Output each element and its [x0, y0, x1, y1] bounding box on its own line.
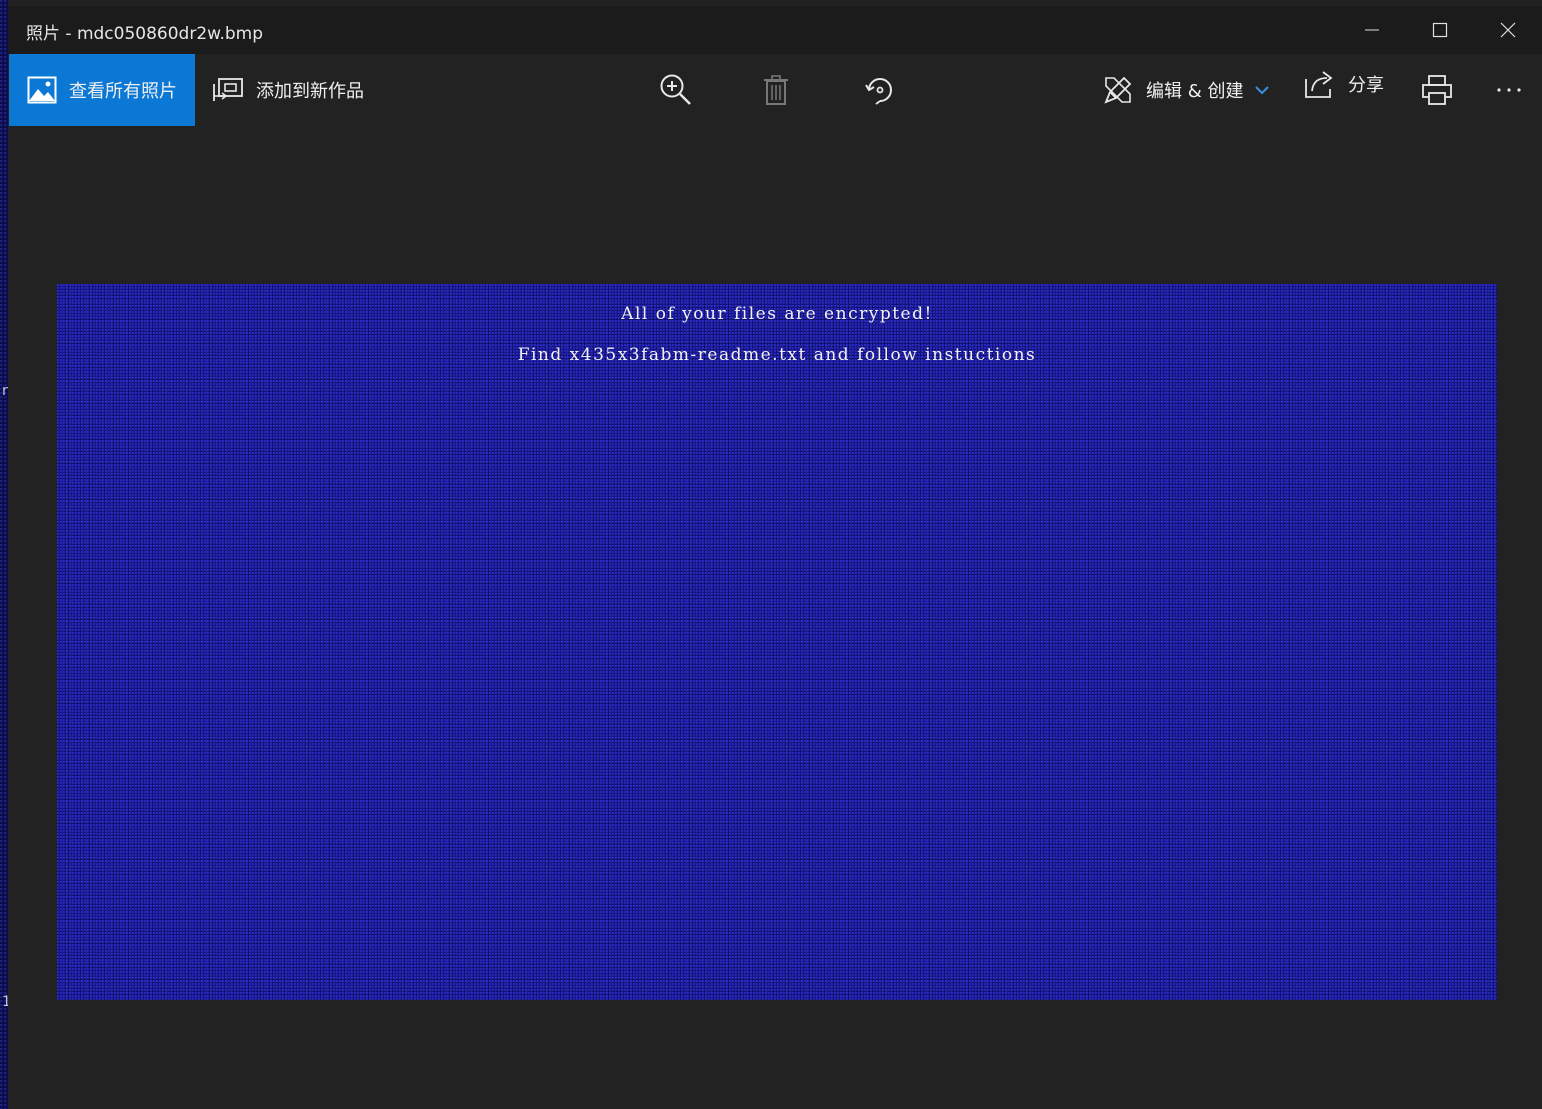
more-options-button[interactable] [1492, 54, 1526, 126]
photo-gallery-icon [27, 75, 57, 105]
close-icon [1500, 22, 1516, 38]
view-all-photos-label: 查看所有照片 [69, 81, 177, 102]
desktop-background: r 1 [0, 0, 11, 1109]
edit-create-button[interactable]: 编辑 & 创建 [1102, 54, 1270, 126]
window-title: 照片 - mdc050860dr2w.bmp [26, 24, 264, 44]
trash-icon [762, 74, 790, 106]
more-icon [1496, 87, 1522, 93]
photos-app-window: 照片 - mdc050860dr2w.bmp 查看所有照片 添加到新作品 编辑 … [8, 0, 1542, 1109]
add-to-creation-label: 添加到新作品 [256, 81, 364, 102]
maximize-button[interactable] [1406, 6, 1474, 54]
displayed-image[interactable]: All of your files are encrypted! Find x4… [57, 284, 1497, 1000]
maximize-icon [1432, 22, 1448, 38]
share-icon [1304, 69, 1336, 99]
print-button[interactable] [1420, 54, 1454, 126]
printer-icon [1421, 74, 1453, 106]
share-label: 分享 [1348, 75, 1384, 96]
ransom-message-line-2: Find x435x3fabm-readme.txt and follow in… [517, 345, 1037, 365]
share-button[interactable]: 分享 [1304, 48, 1384, 120]
toolbar: 查看所有照片 添加到新作品 编辑 & 创建 分享 [8, 54, 1542, 126]
close-button[interactable] [1474, 6, 1542, 54]
add-to-creation-button[interactable]: 添加到新作品 [212, 54, 364, 126]
zoom-in-icon [659, 73, 693, 107]
edit-create-icon [1102, 74, 1134, 106]
desktop-edge-text: r [2, 383, 8, 399]
add-to-creation-icon [212, 76, 244, 104]
edit-create-label: 编辑 & 创建 [1146, 81, 1244, 102]
view-all-photos-button[interactable]: 查看所有照片 [9, 54, 195, 126]
minimize-icon [1364, 22, 1380, 38]
ransom-message-line-1: All of your files are encrypted! [621, 304, 933, 324]
delete-button[interactable] [756, 54, 796, 126]
rotate-button[interactable] [860, 54, 900, 126]
rotate-icon [863, 73, 897, 107]
title-bar[interactable]: 照片 - mdc050860dr2w.bmp [8, 6, 1542, 54]
chevron-down-icon [1255, 85, 1270, 95]
zoom-in-button[interactable] [656, 54, 696, 126]
minimize-button[interactable] [1338, 6, 1406, 54]
